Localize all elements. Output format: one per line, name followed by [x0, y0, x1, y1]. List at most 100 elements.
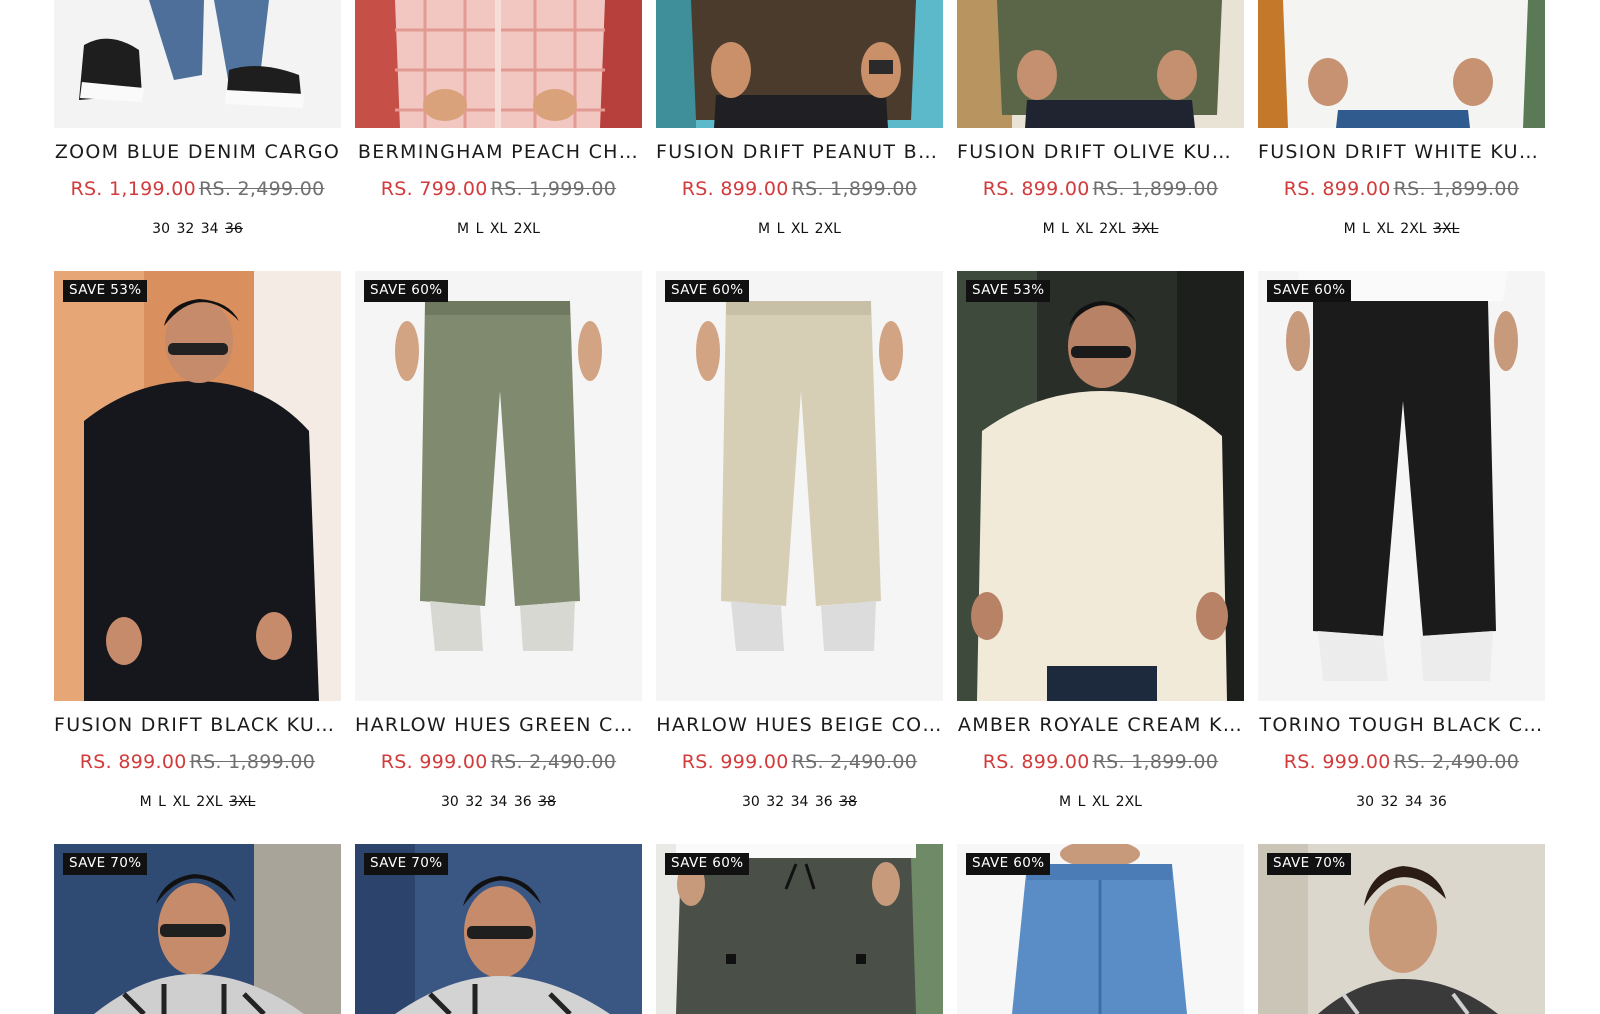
product-image[interactable]: SAVE 60% [656, 271, 943, 701]
product-image[interactable]: SAVE 60% [1258, 271, 1545, 701]
size-option[interactable]: 2XL [1116, 794, 1142, 810]
price-row: RS. 799.00 RS. 1,999.00 [355, 177, 642, 201]
discount-badge: SAVE 70% [63, 853, 148, 875]
product-image[interactable] [355, 0, 642, 128]
size-option[interactable]: M [1043, 221, 1055, 237]
compare-price: RS. 1,899.00 [189, 751, 316, 773]
product-card[interactable]: SAVE 60% [957, 838, 1244, 1014]
compare-price: RS. 2,490.00 [490, 751, 617, 773]
price-row: RS. 899.00 RS. 1,899.00 [1258, 177, 1545, 201]
size-option[interactable]: L [158, 794, 166, 810]
product-title[interactable]: FUSION DRIFT WHITE KUR… [1258, 140, 1545, 164]
product-title[interactable]: ZOOM BLUE DENIM CARGO [54, 140, 341, 164]
price-row: RS. 899.00 RS. 1,899.00 [957, 750, 1244, 774]
price-row: RS. 899.00 RS. 1,899.00 [656, 177, 943, 201]
product-card[interactable]: SAVE 53% FUSION DRIFT BLACK KUR… RS. 899… [54, 265, 341, 811]
compare-price: RS. 1,899.00 [1092, 178, 1219, 200]
sale-price: RS. 899.00 [79, 751, 187, 773]
size-option[interactable]: 32 [1380, 794, 1398, 810]
size-option[interactable]: 34 [791, 794, 809, 810]
size-option[interactable]: M [140, 794, 152, 810]
product-title[interactable]: TORINO TOUGH BLACK C… [1258, 713, 1545, 737]
size-option[interactable]: XL [1092, 794, 1109, 810]
size-option[interactable]: 30 [1356, 794, 1374, 810]
size-option[interactable]: L [476, 221, 484, 237]
product-title[interactable]: HARLOW HUES GREEN CO… [355, 713, 642, 737]
size-option[interactable]: 30 [742, 794, 760, 810]
size-option[interactable]: L [1362, 221, 1370, 237]
price-row: RS. 999.00 RS. 2,490.00 [355, 750, 642, 774]
size-option[interactable]: 2XL [514, 221, 540, 237]
product-grid: ZOOM BLUE DENIM CARGO RS. 1,199.00 RS. 2,… [54, 0, 1548, 1014]
size-option[interactable]: XL [791, 221, 808, 237]
size-option[interactable]: XL [490, 221, 507, 237]
discount-badge: SAVE 60% [665, 853, 750, 875]
size-option[interactable]: 2XL [196, 794, 222, 810]
size-option[interactable]: M [1059, 794, 1071, 810]
product-image[interactable]: SAVE 53% [54, 271, 341, 701]
product-title[interactable]: HARLOW HUES BEIGE CO… [656, 713, 943, 737]
product-card[interactable]: SAVE 70% [355, 838, 642, 1014]
size-option[interactable]: L [1061, 221, 1069, 237]
size-option[interactable]: XL [1075, 221, 1092, 237]
discount-badge: SAVE 70% [1267, 853, 1352, 875]
product-image[interactable]: SAVE 60% [355, 271, 642, 701]
product-image[interactable] [656, 0, 943, 128]
size-option[interactable]: 32 [766, 794, 784, 810]
product-card[interactable]: SAVE 60% TORINO TOUGH BLACK C… RS. 999.0… [1258, 265, 1545, 811]
product-image[interactable]: SAVE 53% [957, 271, 1244, 701]
product-title[interactable]: AMBER ROYALE CREAM K… [957, 713, 1244, 737]
sale-price: RS. 799.00 [380, 178, 488, 200]
size-option[interactable]: 34 [1405, 794, 1423, 810]
price-row: RS. 999.00 RS. 2,490.00 [1258, 750, 1545, 774]
product-image[interactable]: SAVE 70% [54, 844, 341, 1014]
sale-price: RS. 1,199.00 [70, 178, 196, 200]
size-option[interactable]: XL [1376, 221, 1393, 237]
size-option[interactable]: M [758, 221, 770, 237]
size-option[interactable]: 36 [514, 794, 532, 810]
product-title[interactable]: FUSION DRIFT BLACK KUR… [54, 713, 341, 737]
product-image[interactable] [1258, 0, 1545, 128]
size-option[interactable]: L [777, 221, 785, 237]
size-option[interactable]: M [1344, 221, 1356, 237]
size-option[interactable]: 2XL [1099, 221, 1125, 237]
product-card[interactable]: FUSION DRIFT OLIVE KUR… RS. 899.00 RS. 1,… [957, 0, 1244, 238]
product-image[interactable]: SAVE 70% [355, 844, 642, 1014]
size-option[interactable]: L [1078, 794, 1086, 810]
size-option[interactable]: 30 [441, 794, 459, 810]
sale-price: RS. 999.00 [681, 751, 789, 773]
size-option[interactable]: 2XL [1400, 221, 1426, 237]
compare-price: RS. 1,999.00 [490, 178, 617, 200]
product-image[interactable] [54, 0, 341, 128]
size-option[interactable]: XL [172, 794, 189, 810]
size-option[interactable]: 36 [815, 794, 833, 810]
product-image[interactable]: SAVE 60% [957, 844, 1244, 1014]
product-card[interactable]: SAVE 60% HARLOW HUES GREEN CO… RS. 999.0… [355, 265, 642, 811]
product-card[interactable]: SAVE 70% [54, 838, 341, 1014]
size-option[interactable]: 34 [490, 794, 508, 810]
size-option-unavailable: 38 [839, 794, 857, 810]
product-card[interactable]: ZOOM BLUE DENIM CARGO RS. 1,199.00 RS. 2,… [54, 0, 341, 238]
product-title[interactable]: BERMINGHAM PEACH CH… [355, 140, 642, 164]
size-option[interactable]: 32 [176, 221, 194, 237]
product-image[interactable] [957, 0, 1244, 128]
size-option[interactable]: 32 [465, 794, 483, 810]
size-option[interactable]: M [457, 221, 469, 237]
product-card[interactable]: SAVE 60% HARLOW HUES BEIGE CO… RS. 999.0… [656, 265, 943, 811]
size-option[interactable]: 30 [152, 221, 170, 237]
product-card[interactable]: SAVE 60% [656, 838, 943, 1014]
size-option[interactable]: 36 [1429, 794, 1447, 810]
product-card[interactable]: FUSION DRIFT WHITE KUR… RS. 899.00 RS. 1,… [1258, 0, 1545, 238]
product-title[interactable]: FUSION DRIFT OLIVE KUR… [957, 140, 1244, 164]
product-image[interactable]: SAVE 70% [1258, 844, 1545, 1014]
size-option[interactable]: 34 [201, 221, 219, 237]
product-card[interactable]: SAVE 70% [1258, 838, 1545, 1014]
product-title[interactable]: FUSION DRIFT PEANUT BR… [656, 140, 943, 164]
product-image[interactable]: SAVE 60% [656, 844, 943, 1014]
product-card[interactable]: BERMINGHAM PEACH CH… RS. 799.00 RS. 1,999… [355, 0, 642, 238]
product-card[interactable]: SAVE 53% AMBER ROYALE CREAM K… RS. 899.0… [957, 265, 1244, 811]
size-list: M L XL 2XL [656, 220, 943, 238]
discount-badge: SAVE 60% [966, 853, 1051, 875]
size-option[interactable]: 2XL [815, 221, 841, 237]
product-card[interactable]: FUSION DRIFT PEANUT BR… RS. 899.00 RS. 1,… [656, 0, 943, 238]
